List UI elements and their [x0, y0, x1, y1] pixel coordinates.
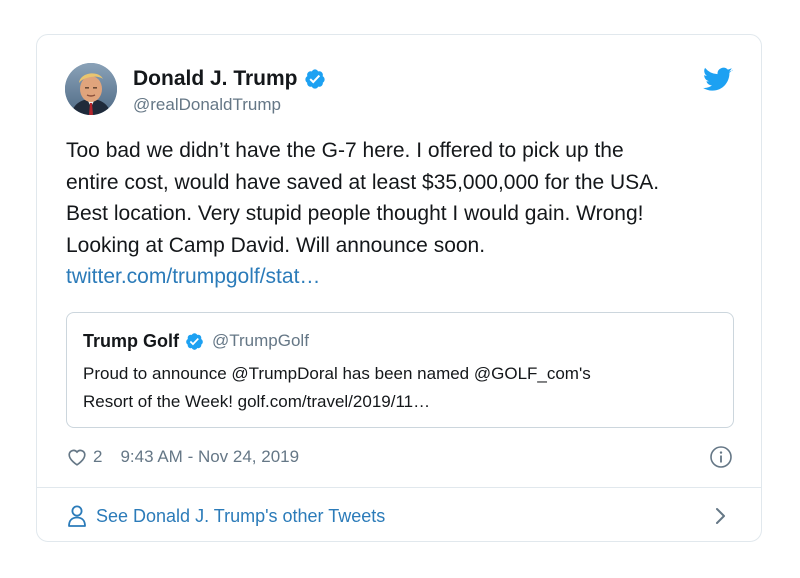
author-avatar[interactable] [65, 63, 117, 115]
footer-divider [37, 487, 761, 488]
author-display-name[interactable]: Donald J. Trump [133, 67, 298, 91]
see-other-tweets-label[interactable]: See Donald J. Trump's other Tweets [96, 506, 385, 527]
quoted-tweet-header: Trump Golf @TrumpGolf [83, 329, 309, 353]
quoted-text-line: Proud to announce @TrumpDoral has been n… [83, 364, 591, 383]
author-handle[interactable]: @realDonaldTrump [133, 95, 326, 115]
quoted-tweet-body: Proud to announce @TrumpDoral has been n… [83, 360, 723, 416]
person-icon [68, 505, 86, 527]
verified-badge-icon [186, 332, 203, 350]
quoted-text-line: Resort of the Week! golf.com/travel/2019… [83, 392, 431, 411]
quoted-author-handle: @TrumpGolf [212, 331, 309, 350]
like-count[interactable]: 2 [93, 447, 102, 467]
tweet-text-line: Best location. Very stupid people though… [66, 202, 644, 225]
chevron-right-icon[interactable] [715, 507, 727, 525]
tweet-timestamp[interactable]: 9:43 AM - Nov 24, 2019 [120, 447, 299, 467]
tweet-text-line: Too bad we didn’t have the G-7 here. I o… [66, 139, 624, 162]
twitter-bird-icon[interactable] [703, 67, 733, 93]
tweet-body: Too bad we didn’t have the G-7 here. I o… [66, 135, 726, 293]
embedded-tweet-card: Donald J. Trump @realDonaldTrump Too bad… [36, 34, 762, 542]
tweet-link[interactable]: twitter.com/trumpgolf/stat… [66, 265, 320, 288]
see-other-tweets-link[interactable]: See Donald J. Trump's other Tweets [66, 501, 733, 531]
quoted-tweet[interactable]: Trump Golf @TrumpGolf Proud to announce … [66, 312, 734, 428]
tweet-text-line: Looking at Camp David. Will announce soo… [66, 233, 486, 257]
avatar-image [65, 63, 117, 115]
heart-icon[interactable] [66, 446, 88, 468]
quoted-author-name: Trump Golf [83, 330, 179, 351]
tweet-meta: 2 9:43 AM - Nov 24, 2019 [66, 444, 733, 470]
tweet-header: Donald J. Trump @realDonaldTrump [65, 63, 733, 119]
verified-badge-icon [304, 69, 325, 89]
author-names: Donald J. Trump @realDonaldTrump [133, 65, 326, 115]
tweet-text-line: entire cost, would have saved at least $… [66, 170, 660, 194]
info-icon[interactable] [709, 445, 733, 469]
